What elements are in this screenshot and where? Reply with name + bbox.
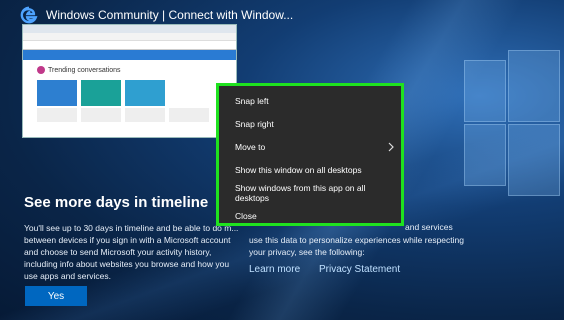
menu-item-label: Snap left <box>235 95 269 106</box>
window-title-bar[interactable]: Windows Community | Connect with Window.… <box>20 4 293 26</box>
trending-icon <box>37 66 45 74</box>
menu-item-label: Show this window on all desktops <box>235 164 362 175</box>
thumbnail-banner <box>23 50 236 60</box>
menu-item-close[interactable]: Close <box>219 204 401 227</box>
window-context-menu: Snap left Snap right Move to Show this w… <box>216 83 404 226</box>
menu-item-move-to[interactable]: Move to <box>219 135 401 158</box>
thumbnail-nav-bar <box>23 41 236 50</box>
yes-button[interactable]: Yes <box>25 286 87 306</box>
timeline-description-fragment: and services <box>405 222 453 232</box>
menu-item-label: Close <box>235 210 257 221</box>
privacy-description: use this data to personalize experiences… <box>249 235 464 257</box>
thumbnail-captions <box>23 106 236 124</box>
thumbnail-card <box>81 80 121 106</box>
timeline-description: You'll see up to 30 days in timeline and… <box>24 223 239 281</box>
thumbnail-card <box>37 80 77 106</box>
windows-logo-decoration <box>444 0 564 220</box>
window-thumbnail[interactable]: Trending conversations <box>22 24 237 138</box>
thumbnail-heading: Trending conversations <box>48 66 121 74</box>
window-title: Windows Community | Connect with Window.… <box>46 8 294 22</box>
menu-item-show-app-windows-all-desktops[interactable]: Show windows from this app on all deskto… <box>219 181 401 204</box>
menu-item-snap-right[interactable]: Snap right <box>219 112 401 135</box>
thumbnail-address-bar <box>23 33 236 41</box>
thumbnail-card <box>125 80 165 106</box>
thumbnail-tab-strip <box>23 25 236 33</box>
privacy-statement-link[interactable]: Privacy Statement <box>319 264 400 275</box>
menu-item-label: Show windows from this app on all deskto… <box>235 182 366 203</box>
thumbnail-cards <box>23 74 236 106</box>
chevron-right-icon <box>388 142 394 151</box>
learn-more-link[interactable]: Learn more <box>249 264 300 275</box>
menu-item-show-window-all-desktops[interactable]: Show this window on all desktops <box>219 158 401 181</box>
timeline-heading: See more days in timeline <box>24 194 209 211</box>
edge-browser-icon <box>20 6 38 24</box>
menu-item-label: Snap right <box>235 118 274 129</box>
menu-item-snap-left[interactable]: Snap left <box>219 89 401 112</box>
menu-item-label: Move to <box>235 141 266 152</box>
